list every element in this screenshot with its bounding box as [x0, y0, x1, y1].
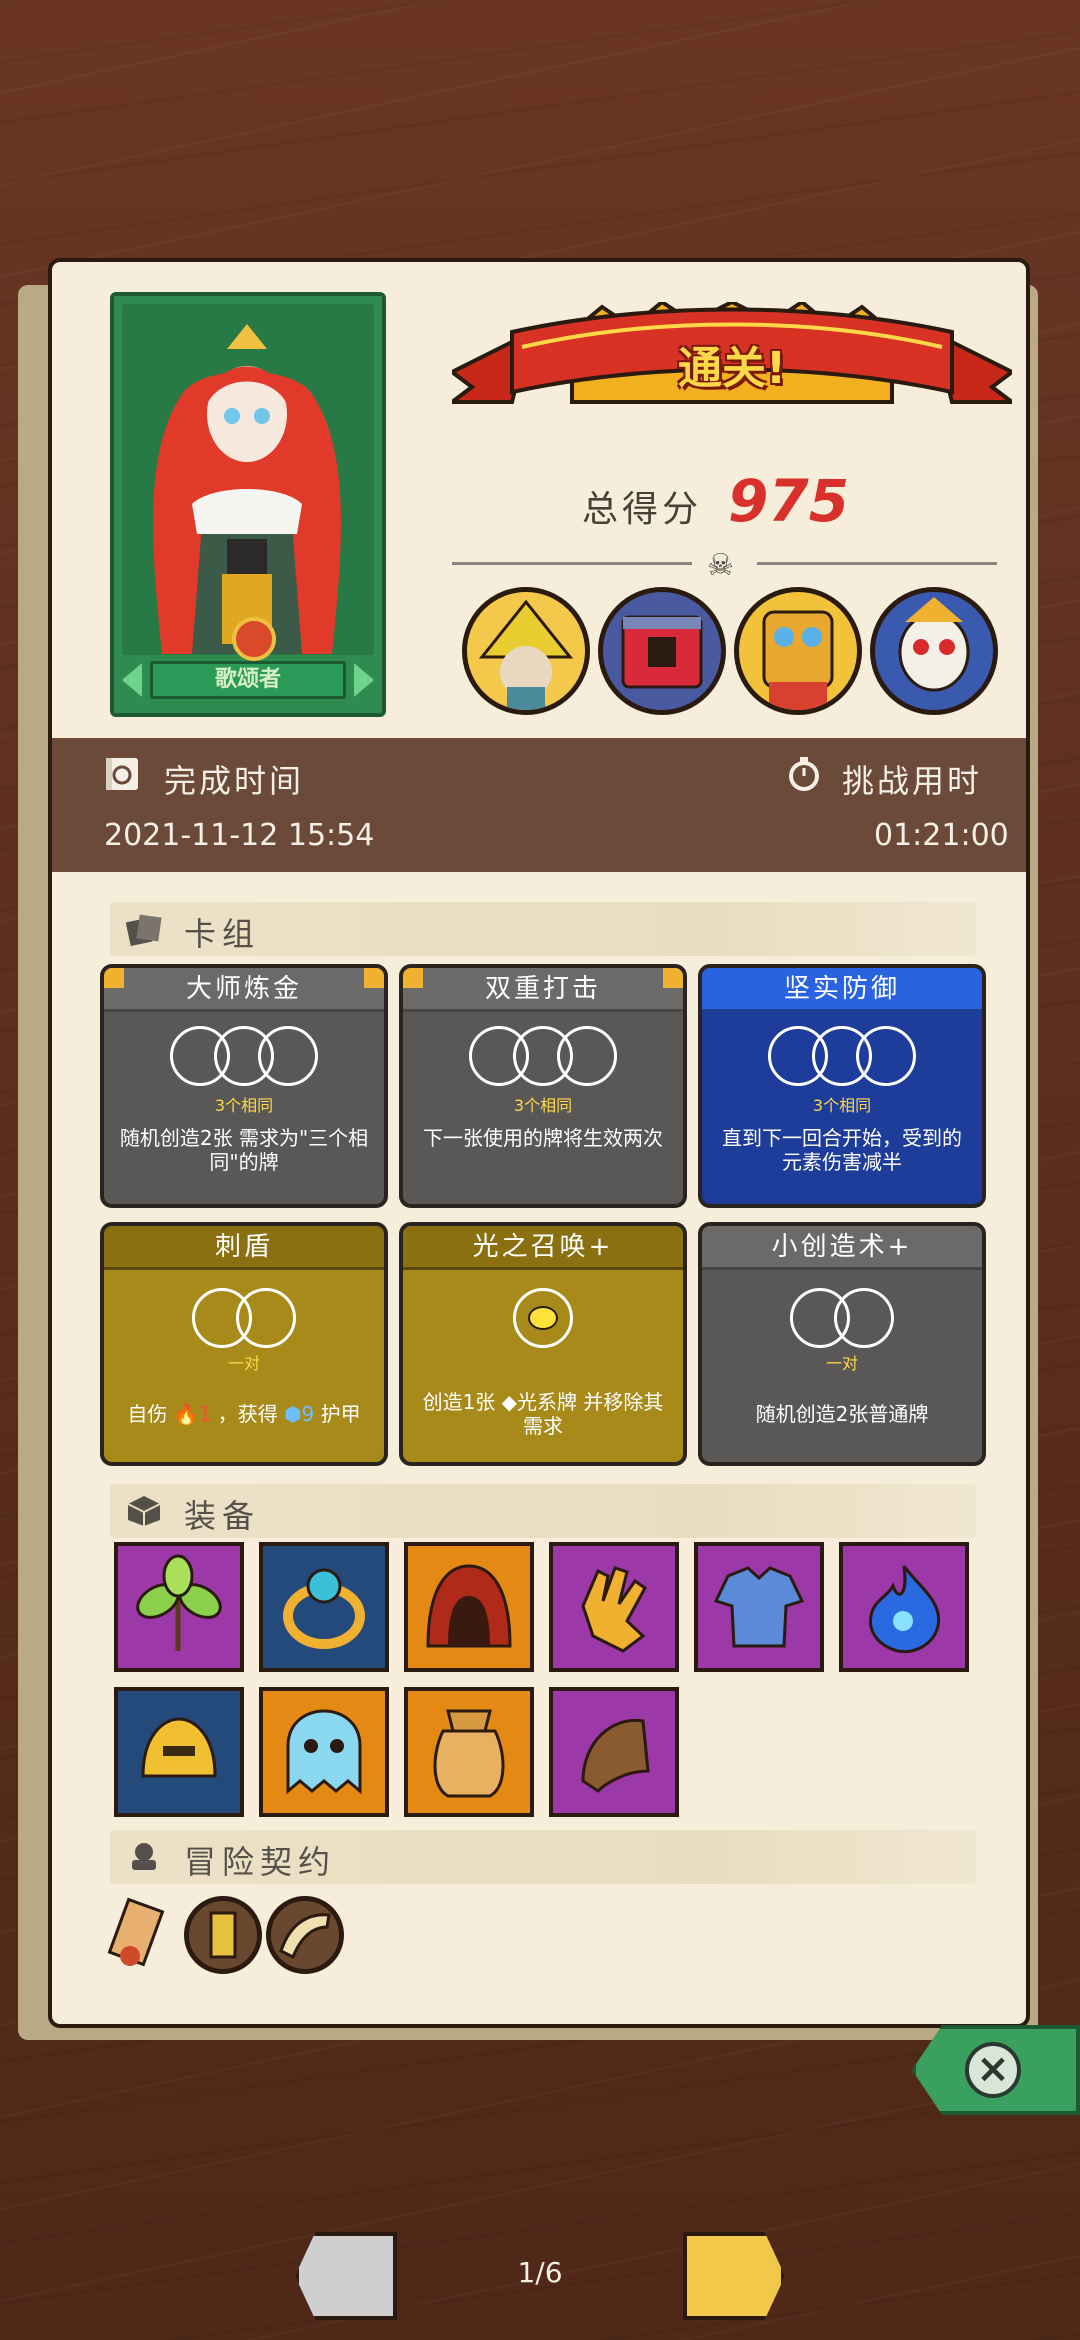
- card-title: 刺盾: [104, 1226, 384, 1270]
- defeated-bosses: [462, 587, 998, 715]
- card-requirement: 一对: [825, 1354, 858, 1373]
- boss-wizard-icon[interactable]: [462, 587, 590, 715]
- boss-masked-icon[interactable]: [734, 587, 862, 715]
- prev-page-button[interactable]: [295, 2232, 397, 2320]
- shield-icon: ⬢: [284, 1402, 302, 1426]
- dice-slots: [702, 1288, 982, 1348]
- card-description: 随机创造2张普通牌: [755, 1402, 929, 1426]
- rank-emblem-icon: [232, 617, 276, 661]
- stopwatch-icon: [789, 757, 819, 791]
- character-art: [122, 304, 374, 655]
- blue-flame-icon[interactable]: [839, 1542, 969, 1672]
- dice-slots: [104, 1026, 384, 1086]
- boss-chest-icon[interactable]: [598, 587, 726, 715]
- card-description: 直到下一回合开始，受到的元素伤害减半: [722, 1126, 962, 1174]
- dice-slots: [403, 1026, 683, 1086]
- victory-banner: 通关!: [446, 299, 1018, 422]
- card-corner: [364, 968, 384, 988]
- score-value: 975: [728, 467, 850, 535]
- card-thorn-shield[interactable]: 刺盾 一对 自伤 🔥1 ，获得 ⬢9 护甲: [100, 1222, 388, 1466]
- card-solid-defense[interactable]: 坚实防御 3个相同 直到下一回合开始，受到的元素伤害减半: [698, 964, 986, 1208]
- dice-slots: [403, 1288, 683, 1348]
- equipment-section-header: 装备: [110, 1484, 976, 1538]
- card-requirement: 3个相同: [513, 1096, 573, 1115]
- time-bar: 完成时间 2021-11-12 15:54 挑战用时 01:21:00: [52, 738, 1026, 872]
- card-description: 下一张使用的牌将生效两次: [423, 1126, 663, 1150]
- close-icon[interactable]: ×: [965, 2042, 1021, 2098]
- card-requirement: 3个相同: [214, 1096, 274, 1115]
- ghost-icon[interactable]: [259, 1687, 389, 1817]
- dice-slots: [104, 1288, 384, 1348]
- calendar-icon: [106, 758, 138, 790]
- card-title: 坚实防御: [702, 968, 982, 1012]
- next-character-icon[interactable]: [354, 663, 374, 697]
- desc-text: 自伤: [127, 1402, 168, 1426]
- sack-icon[interactable]: [404, 1687, 534, 1817]
- desc-text: ，获得: [217, 1402, 278, 1426]
- card-requirement: 3个相同: [812, 1096, 872, 1115]
- tag-icon[interactable]: [184, 1896, 262, 1974]
- box-icon: [127, 1496, 161, 1526]
- card-title: 光之召唤+: [403, 1226, 683, 1270]
- card-title: 小创造术+: [702, 1226, 982, 1270]
- next-page-button[interactable]: [683, 2232, 785, 2320]
- character-name: 歌颂者: [150, 661, 346, 699]
- card-minor-creation[interactable]: 小创造术+ 一对 随机创造2张普通牌: [698, 1222, 986, 1466]
- card-title: 大师炼金: [104, 968, 384, 1012]
- tunic-icon[interactable]: [694, 1542, 824, 1672]
- card-double-strike[interactable]: 双重打击 3个相同 下一张使用的牌将生效两次: [399, 964, 687, 1208]
- card-requirement: 一对: [227, 1354, 260, 1373]
- contract-seal-icon: [132, 1843, 156, 1870]
- boss-skull-icon[interactable]: [870, 587, 998, 715]
- card-description: 随机创造2张 需求为"三个相同"的牌: [119, 1126, 369, 1174]
- card-light-summon[interactable]: 光之召唤+ 创造1张 ◆光系牌 并移除其需求: [399, 1222, 687, 1466]
- divider-right: [757, 562, 997, 565]
- skull-icon: ☠: [707, 548, 734, 583]
- herb-icon[interactable]: [114, 1542, 244, 1672]
- equipment-section-label: 装备: [184, 1497, 261, 1535]
- card-description: 自伤 🔥1 ，获得 ⬢9 护甲: [116, 1402, 372, 1426]
- challenge-time-value: 01:21:00: [874, 818, 1009, 853]
- challenge-time-label: 挑战用时: [842, 762, 983, 800]
- card-corner: [663, 968, 683, 988]
- prev-character-icon[interactable]: [122, 663, 142, 697]
- contracts-section-header: 冒险契约: [110, 1830, 976, 1884]
- card-corner: [104, 968, 124, 988]
- glove-icon[interactable]: [549, 1542, 679, 1672]
- armor-value: 9: [301, 1402, 315, 1426]
- dice-slots: [702, 1026, 982, 1086]
- horn-icon[interactable]: [266, 1896, 344, 1974]
- card-description: 创造1张 ◆光系牌 并移除其需求: [422, 1390, 664, 1438]
- finish-time-value: 2021-11-12 15:54: [104, 818, 375, 853]
- contracts-section-label: 冒险契约: [184, 1843, 337, 1881]
- desc-text: 护甲: [320, 1402, 361, 1426]
- helmet-icon[interactable]: [114, 1687, 244, 1817]
- card-corner: [403, 968, 423, 988]
- scroll-icon[interactable]: [100, 1894, 180, 1974]
- page-indicator: 1/6: [517, 2256, 563, 2289]
- card-master-alchemy[interactable]: 大师炼金 3个相同 随机创造2张 需求为"三个相同"的牌: [100, 964, 388, 1208]
- result-panel: 歌颂者 通关! 总得分 975 ☠ 完成时间 2021-11-12 15:54 …: [48, 258, 1030, 2028]
- deck-section-label: 卡组: [184, 915, 261, 953]
- character-portrait[interactable]: 歌颂者: [110, 292, 386, 717]
- victory-text: 通关!: [677, 343, 787, 394]
- lemon-icon: [528, 1306, 558, 1330]
- deck-section-header: 卡组: [110, 902, 976, 956]
- score-label: 总得分: [582, 489, 703, 530]
- bracer-icon[interactable]: [549, 1687, 679, 1817]
- cards-icon: [126, 914, 162, 946]
- hood-icon[interactable]: [404, 1542, 534, 1672]
- card-title: 双重打击: [403, 968, 683, 1012]
- divider-left: [452, 562, 692, 565]
- damage-value: 🔥1: [173, 1402, 212, 1426]
- finish-time-label: 完成时间: [164, 762, 305, 800]
- total-score: 总得分 975: [582, 467, 849, 535]
- ring-icon[interactable]: [259, 1542, 389, 1672]
